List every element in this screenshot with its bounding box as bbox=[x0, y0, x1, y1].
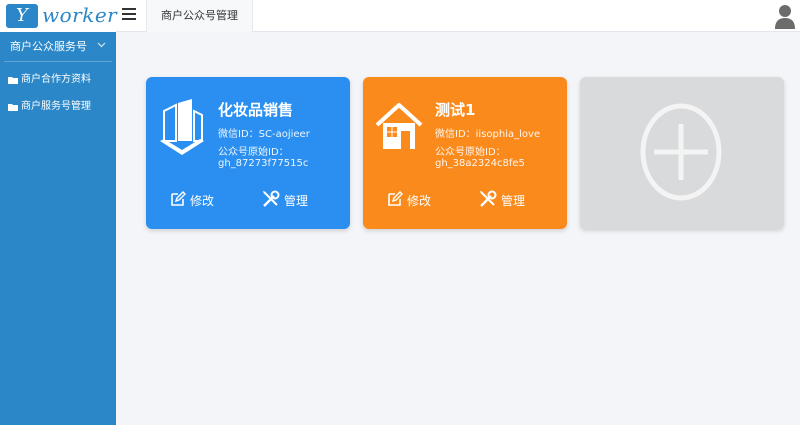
wechat-id: 微信ID：iisophia_love bbox=[435, 129, 541, 140]
buildings-icon bbox=[156, 97, 208, 157]
user-avatar-icon[interactable] bbox=[774, 3, 796, 29]
sidebar-item-label: 商户合作方资料 bbox=[21, 74, 91, 85]
top-bar: Y worker 商户公众号管理 bbox=[0, 0, 800, 32]
menu-toggle-icon[interactable] bbox=[122, 8, 136, 22]
account-card: 化妆品销售 微信ID：SC-aojieer 公众号原始ID： gh_87273f… bbox=[146, 77, 350, 229]
add-account-card[interactable] bbox=[580, 77, 784, 229]
edit-button[interactable]: 修改 bbox=[387, 189, 431, 211]
sidebar: 商户公众服务号 商户合作方资料 商户服务号管理 bbox=[0, 32, 116, 425]
sidebar-item-label: 商户服务号管理 bbox=[21, 101, 91, 112]
origin-id-label: 公众号原始ID： bbox=[218, 147, 289, 158]
edit-icon bbox=[387, 190, 407, 210]
logo-text: worker bbox=[42, 3, 118, 27]
edit-button[interactable]: 修改 bbox=[170, 189, 214, 211]
folder-icon bbox=[8, 103, 18, 111]
sidebar-group-label: 商户公众服务号 bbox=[10, 40, 87, 53]
manage-label: 管理 bbox=[284, 193, 309, 208]
sidebar-item-service-account-management[interactable]: 商户服务号管理 bbox=[0, 93, 116, 120]
edit-icon bbox=[170, 190, 190, 210]
edit-label: 修改 bbox=[190, 193, 215, 208]
wechat-id: 微信ID：SC-aojieer bbox=[218, 129, 310, 140]
app-logo[interactable]: Y worker bbox=[0, 0, 118, 32]
manage-label: 管理 bbox=[501, 193, 526, 208]
sidebar-group-merchant-public-service[interactable]: 商户公众服务号 bbox=[4, 32, 112, 62]
tab-merchant-account-management[interactable]: 商户公众号管理 bbox=[146, 0, 253, 32]
card-title: 测试1 bbox=[435, 101, 476, 119]
origin-id-label: 公众号原始ID： bbox=[435, 147, 506, 158]
logo-mark: Y bbox=[6, 4, 38, 28]
origin-id: gh_87273f77515c bbox=[218, 158, 309, 169]
folder-icon bbox=[8, 76, 18, 84]
plus-circle-icon bbox=[640, 102, 722, 202]
chevron-down-icon bbox=[97, 32, 106, 62]
tools-icon bbox=[479, 190, 501, 211]
account-card: 测试1 微信ID：iisophia_love 公众号原始ID： gh_38a23… bbox=[363, 77, 567, 229]
card-title: 化妆品销售 bbox=[218, 101, 294, 119]
manage-button[interactable]: 管理 bbox=[479, 189, 525, 211]
edit-label: 修改 bbox=[407, 193, 432, 208]
manage-button[interactable]: 管理 bbox=[262, 189, 308, 211]
house-icon bbox=[373, 97, 425, 157]
origin-id: gh_38a2324c8fe5 bbox=[435, 158, 525, 169]
sidebar-item-partner-profile[interactable]: 商户合作方资料 bbox=[0, 66, 116, 93]
tools-icon bbox=[262, 190, 284, 211]
